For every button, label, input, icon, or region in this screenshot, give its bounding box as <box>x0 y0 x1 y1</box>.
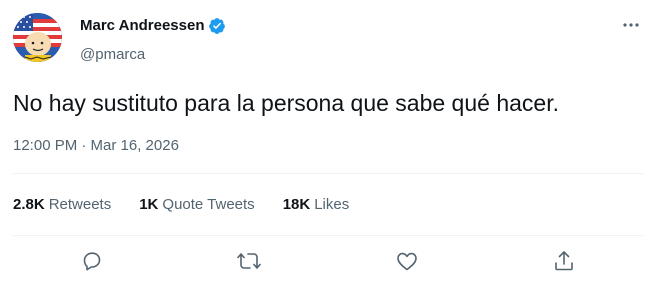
like-button[interactable] <box>392 246 422 276</box>
author-name[interactable]: Marc Andreessen <box>80 16 205 36</box>
reply-icon <box>83 252 101 271</box>
tweet-text: No hay sustituto para la persona que sab… <box>13 90 559 116</box>
quote-tweets-stat[interactable]: 1K Quote Tweets <box>139 195 254 215</box>
more-options-button[interactable] <box>620 16 642 34</box>
divider <box>13 173 643 174</box>
like-icon <box>397 252 417 271</box>
retweet-icon <box>237 253 261 269</box>
divider <box>13 235 643 236</box>
avatar[interactable] <box>13 13 62 62</box>
retweets-stat[interactable]: 2.8K Retweets <box>13 195 111 215</box>
likes-stat[interactable]: 18K Likes <box>283 195 350 215</box>
avatar-flag-character-icon <box>13 13 62 62</box>
quote-tweets-count: 1K <box>139 196 159 213</box>
tweet-card: Marc Andreessen @pmarca No hay sustituto… <box>0 0 656 300</box>
share-button[interactable] <box>549 246 579 276</box>
likes-label: Likes <box>314 196 350 213</box>
author-name-row[interactable]: Marc Andreessen <box>80 16 226 36</box>
more-icon <box>623 23 639 27</box>
retweets-label: Retweets <box>48 196 112 213</box>
tweet-timestamp[interactable]: 12:00 PM · Mar 16, 2026 <box>13 136 179 156</box>
retweets-count: 2.8K <box>13 196 45 213</box>
author-handle[interactable]: @pmarca <box>80 45 145 65</box>
reply-button[interactable] <box>77 246 107 276</box>
share-icon <box>555 251 573 271</box>
verified-badge-icon <box>208 17 226 35</box>
action-bar <box>0 246 656 276</box>
quote-tweets-label: Quote Tweets <box>162 196 255 213</box>
retweet-button[interactable] <box>234 246 264 276</box>
likes-count: 18K <box>282 196 311 213</box>
tweet-stats: 2.8K Retweets 1K Quote Tweets 18K Likes <box>13 195 377 215</box>
